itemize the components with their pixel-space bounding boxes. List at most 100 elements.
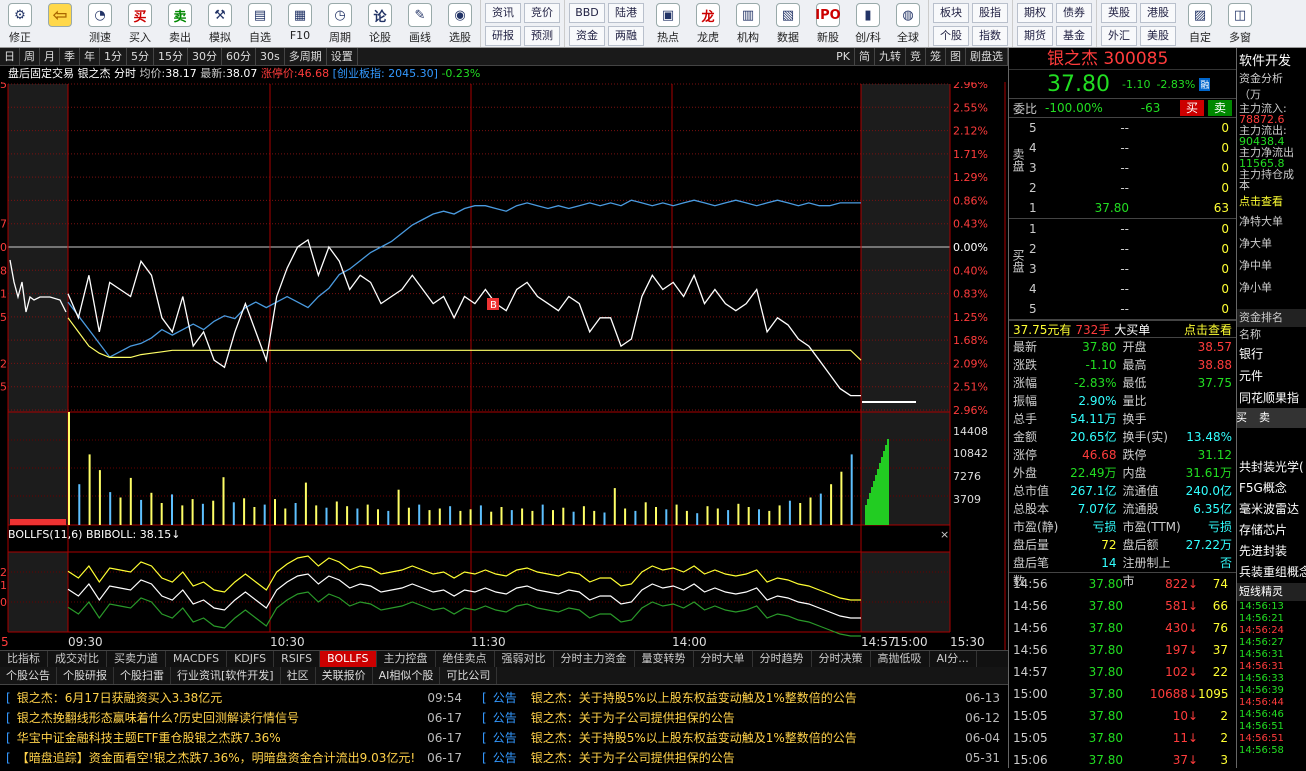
bids-row[interactable]: 5 -- 0: [1029, 299, 1236, 319]
toolbar-link[interactable]: 竞价: [524, 3, 560, 23]
toolbar-link[interactable]: 资讯: [485, 3, 521, 23]
concept-item[interactable]: 毫米波雷达: [1237, 499, 1306, 520]
bids-row[interactable]: 4 -- 0: [1029, 279, 1236, 299]
toolbar-dragon-button[interactable]: 龙龙虎: [688, 0, 728, 47]
quote-buy-button[interactable]: 买: [1179, 100, 1204, 116]
toolbar-ipo-button[interactable]: IPO 新股: [808, 0, 848, 47]
toolbar-link[interactable]: 基金: [1056, 26, 1092, 46]
toolbar-link[interactable]: 指数: [972, 26, 1008, 46]
indicator-tab[interactable]: 强弱对比: [495, 651, 554, 667]
intraday-chart[interactable]: 2.96% 2.55% 2.12% 1.71% 1.29% 0.86% 0.43% 0.00%…: [0, 82, 1008, 650]
indicator-tab[interactable]: MACDFS: [166, 651, 228, 667]
indicator-tab[interactable]: BOLLFS: [320, 651, 377, 667]
chart-tool[interactable]: 简: [855, 48, 875, 65]
period-tab[interactable]: 1分: [100, 48, 127, 65]
period-tab[interactable]: 30分: [188, 48, 222, 65]
chart-tool[interactable]: 九转: [875, 48, 906, 65]
period-tab[interactable]: 日: [0, 48, 20, 65]
asks-row[interactable]: 3 -- 0: [1029, 158, 1236, 178]
toolbar-cycle-button[interactable]: ◷ 周期: [320, 0, 360, 47]
concept-item[interactable]: 共封装光学(: [1237, 457, 1306, 478]
period-tab[interactable]: 15分: [154, 48, 188, 65]
indicator-tab[interactable]: 买卖力道: [107, 651, 166, 667]
toolbar-link[interactable]: 外汇: [1101, 26, 1137, 46]
toolbar-link[interactable]: BBD: [569, 3, 605, 23]
notice-item[interactable]: [公告 银之杰：关于为子公司提供担保的公告 06-12: [474, 708, 1008, 728]
toolbar-link[interactable]: 个股: [933, 26, 969, 46]
news-tab[interactable]: 社区: [281, 667, 316, 684]
indicator-tab[interactable]: 分时趋势: [753, 651, 812, 667]
indicator-tab[interactable]: 分时大单: [694, 651, 753, 667]
toolbar-hammer-button[interactable]: ⚒ 模拟: [200, 0, 240, 47]
asks-row[interactable]: 1 37.80 63: [1029, 198, 1236, 218]
chart-tool[interactable]: 剧盘选: [966, 48, 1008, 65]
news-tab[interactable]: 行业资讯[软件开发]: [171, 667, 281, 684]
toolbar-link[interactable]: 英股: [1101, 3, 1137, 23]
period-tab[interactable]: 多周期: [285, 48, 327, 65]
news-item[interactable]: [华宝中证金融科技主题ETF重仓股银之杰跌7.36% 06-17: [0, 728, 470, 748]
asks-row[interactable]: 5 -- 0: [1029, 118, 1236, 138]
news-item[interactable]: [银之杰挽翻线形态赢味着什么?历史回测解读行情信号 06-17: [0, 708, 470, 728]
indicator-tab[interactable]: 绝佳卖点: [436, 651, 495, 667]
indicator-tab[interactable]: 成交对比: [48, 651, 107, 667]
toolbar-link[interactable]: 港股: [1140, 3, 1176, 23]
rank-item[interactable]: 银行: [1237, 343, 1306, 365]
concept-item[interactable]: 兵装重组概念: [1237, 562, 1306, 583]
concept-item[interactable]: 存储芯片: [1237, 520, 1306, 541]
toolbar-globe-button[interactable]: ◍ 全球: [888, 0, 928, 47]
period-tab[interactable]: 60分: [222, 48, 256, 65]
toolbar-custom-button[interactable]: ▨ 自定: [1180, 0, 1220, 47]
toolbar-wrench-button[interactable]: ⚙ 修正: [0, 0, 40, 47]
bids-row[interactable]: 1 -- 0: [1029, 219, 1236, 239]
indicator-tab[interactable]: 分时主力资金: [554, 651, 635, 667]
toolbar-link[interactable]: 股指: [972, 3, 1008, 23]
indicator-tab[interactable]: KDJFS: [227, 651, 275, 667]
toolbar-pen-button[interactable]: ✎ 画线: [400, 0, 440, 47]
toolbar-building-button[interactable]: ▥ 机构: [728, 0, 768, 47]
toolbar-window-button[interactable]: ◫ 多窗: [1220, 0, 1260, 47]
indicator-tab[interactable]: 主力控盘: [377, 651, 436, 667]
toolbar-speedometer-button[interactable]: ◔ 测速: [80, 0, 120, 47]
toolbar-link[interactable]: 板块: [933, 3, 969, 23]
chart-tool[interactable]: PK: [832, 48, 855, 65]
popup-buy[interactable]: 买: [1237, 408, 1253, 428]
concept-item[interactable]: F5G概念: [1237, 478, 1306, 499]
toolbar-fire-button[interactable]: ▣ 热点: [648, 0, 688, 47]
period-tab[interactable]: 设置: [327, 48, 358, 65]
toolbar-sell-button[interactable]: 卖卖出: [160, 0, 200, 47]
chart-tool[interactable]: 竞: [906, 48, 926, 65]
toolbar-link[interactable]: 美股: [1140, 26, 1176, 46]
asks-row[interactable]: 4 -- 0: [1029, 138, 1236, 158]
period-tab[interactable]: 30s: [256, 48, 285, 65]
news-item[interactable]: [银之杰：6月17日获融资买入3.38亿元 09:54: [0, 688, 470, 708]
period-tab[interactable]: 5分: [127, 48, 154, 65]
chart-tool[interactable]: 笼: [926, 48, 946, 65]
notice-item[interactable]: [公告 银之杰：关于持股5%以上股东权益变动触及1%整数倍的公告 06-04: [474, 728, 1008, 748]
concept-item[interactable]: 先进封装: [1237, 541, 1306, 562]
indicator-tab[interactable]: 高抛低吸: [871, 651, 930, 667]
toolbar-link[interactable]: 期货: [1017, 26, 1053, 46]
toolbar-select-button[interactable]: ◉ 选股: [440, 0, 480, 47]
news-tab[interactable]: 个股公告: [0, 667, 57, 684]
period-tab[interactable]: 月: [40, 48, 60, 65]
period-tab[interactable]: 年: [80, 48, 100, 65]
notice-item[interactable]: [公告 银之杰：关于为子公司提供担保的公告 05-31: [474, 748, 1008, 768]
news-tab[interactable]: 个股扫雷: [114, 667, 171, 684]
toolbar-data-button[interactable]: ▧ 数据: [768, 0, 808, 47]
news-tab[interactable]: AI相似个股: [373, 667, 441, 684]
popup-sell[interactable]: 卖: [1253, 408, 1276, 428]
quote-sell-button[interactable]: 卖: [1207, 100, 1232, 116]
bigorder-link[interactable]: 点击查看: [1184, 321, 1232, 337]
toolbar-link[interactable]: 陆港: [608, 3, 644, 23]
indicator-tab[interactable]: 比指标: [0, 651, 48, 667]
period-tab[interactable]: 周: [20, 48, 40, 65]
period-tab[interactable]: 季: [60, 48, 80, 65]
toolbar-link[interactable]: 资金: [569, 26, 605, 46]
close-icon[interactable]: ×: [940, 528, 949, 541]
news-tab[interactable]: 可比公司: [440, 667, 498, 684]
news-tab[interactable]: 关联报价: [316, 667, 373, 684]
bids-row[interactable]: 3 -- 0: [1029, 259, 1236, 279]
toolbar-buy-button[interactable]: 买买入: [120, 0, 160, 47]
toolbar-link[interactable]: 研报: [485, 26, 521, 46]
asks-row[interactable]: 2 -- 0: [1029, 178, 1236, 198]
